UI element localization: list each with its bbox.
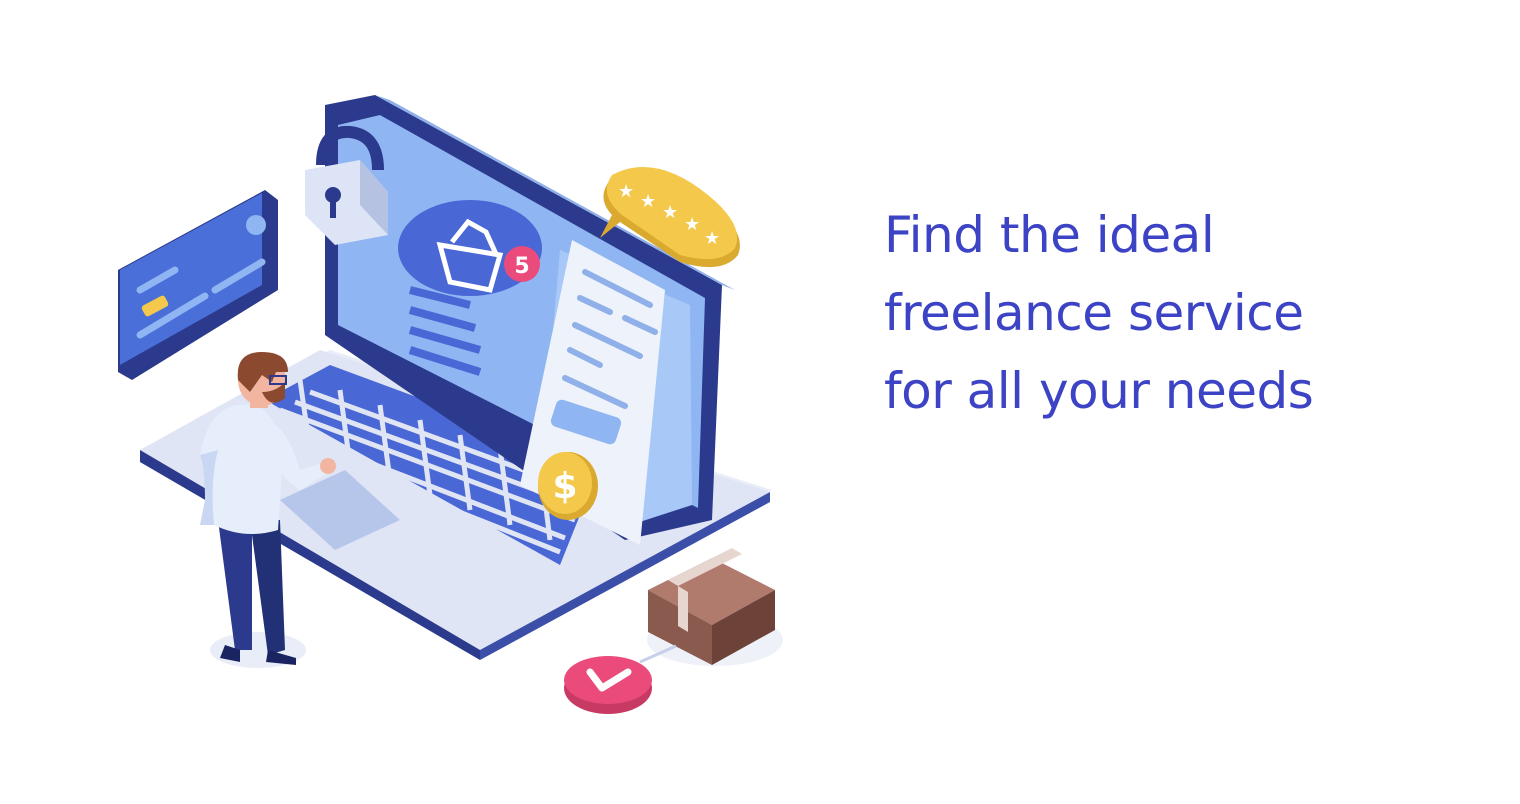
svg-text:5: 5 — [514, 254, 529, 279]
svg-text:★: ★ — [704, 228, 720, 249]
svg-text:★: ★ — [684, 214, 700, 235]
svg-text:★: ★ — [640, 191, 656, 212]
headline: Find the ideal freelance service for all… — [884, 196, 1484, 430]
credit-card-icon — [118, 190, 278, 380]
svg-text:$: $ — [552, 466, 577, 507]
headline-line-1: Find the ideal — [884, 206, 1215, 264]
cart-badge: 5 — [504, 246, 540, 282]
headline-line-3: for all your needs — [884, 362, 1314, 420]
hero-illustration: 5 $ ★ ★ ★ ★ ★ — [0, 0, 800, 800]
svg-text:★: ★ — [662, 202, 678, 223]
headline-line-2: freelance service — [884, 284, 1304, 342]
checkmark-icon — [564, 656, 652, 714]
dollar-coin-icon: $ — [538, 452, 598, 520]
svg-text:★: ★ — [618, 181, 634, 202]
